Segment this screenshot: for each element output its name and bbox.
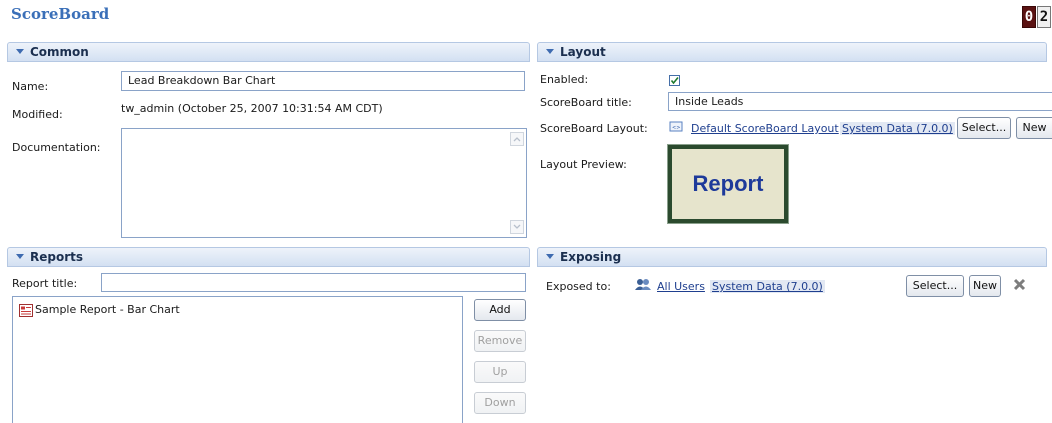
preview-text: Report (692, 171, 764, 196)
enabled-label: Enabled: (540, 73, 589, 86)
triangle-down-icon (546, 254, 554, 259)
counter-digit-2: 2 (1037, 6, 1051, 28)
documentation-textarea[interactable] (121, 128, 527, 238)
common-header-label: Common (30, 45, 89, 59)
layout-preview-image: Report (667, 144, 789, 224)
exposing-select-button[interactable]: Select... (906, 275, 964, 297)
layout-header-label: Layout (560, 45, 606, 59)
add-button[interactable]: Add (474, 299, 526, 321)
layout-new-button[interactable]: New (1016, 117, 1052, 139)
all-users-link[interactable]: All Users (657, 280, 705, 293)
report-title-label: Report title: (12, 277, 78, 290)
triangle-down-icon (546, 49, 554, 54)
chevron-up-icon (513, 137, 521, 142)
page-title: ScoreBoard (11, 5, 110, 23)
scoreboard-title-label: ScoreBoard title: (540, 96, 632, 109)
remove-button[interactable]: Remove (474, 330, 526, 352)
scoreboard-layout-label: ScoreBoard Layout: (540, 122, 648, 135)
down-button[interactable]: Down (474, 392, 526, 414)
checkmark-icon (670, 76, 679, 85)
list-item-label: Sample Report - Bar Chart (35, 303, 180, 316)
delete-x-icon[interactable] (1013, 278, 1026, 294)
users-icon (634, 278, 652, 294)
reports-list[interactable]: Sample Report - Bar Chart (12, 296, 463, 423)
default-layout-link[interactable]: Default ScoreBoard Layout (691, 122, 839, 135)
exposing-header-label: Exposing (560, 250, 622, 264)
layout-file-icon: <> (669, 120, 683, 136)
counter-digit-1: 0 (1022, 6, 1036, 28)
svg-text:<>: <> (672, 125, 680, 131)
up-button[interactable]: Up (474, 361, 526, 383)
scroll-up-button[interactable] (510, 132, 524, 146)
common-section-header[interactable]: Common (7, 42, 530, 62)
layout-section-header[interactable]: Layout (537, 42, 1047, 62)
exposing-new-button[interactable]: New (969, 275, 1001, 297)
name-label: Name: (12, 80, 49, 93)
report-icon (19, 303, 33, 317)
exposed-to-label: Exposed to: (546, 280, 611, 293)
chevron-down-icon (513, 224, 521, 229)
documentation-label: Documentation: (12, 141, 101, 154)
modified-value: tw_admin (October 25, 2007 10:31:54 AM C… (121, 102, 383, 115)
name-field[interactable]: Lead Breakdown Bar Chart (121, 71, 525, 91)
triangle-down-icon (16, 49, 24, 54)
modified-label: Modified: (12, 108, 63, 121)
layout-system-data-link[interactable]: System Data (7.0.0) (840, 122, 955, 135)
scoreboard-title-field[interactable]: Inside Leads (668, 92, 1052, 111)
scroll-down-button[interactable] (510, 220, 524, 234)
layout-select-button[interactable]: Select... (957, 117, 1011, 139)
reports-header-label: Reports (30, 250, 84, 264)
layout-preview-label: Layout Preview: (540, 158, 627, 171)
reports-section-header[interactable]: Reports (7, 247, 530, 267)
triangle-down-icon (16, 254, 24, 259)
exposing-section-header[interactable]: Exposing (537, 247, 1047, 267)
enabled-checkbox[interactable] (669, 75, 680, 86)
list-item[interactable]: Sample Report - Bar Chart (19, 301, 180, 319)
report-title-field[interactable] (101, 273, 526, 292)
exposing-system-data-link[interactable]: System Data (7.0.0) (710, 280, 825, 293)
